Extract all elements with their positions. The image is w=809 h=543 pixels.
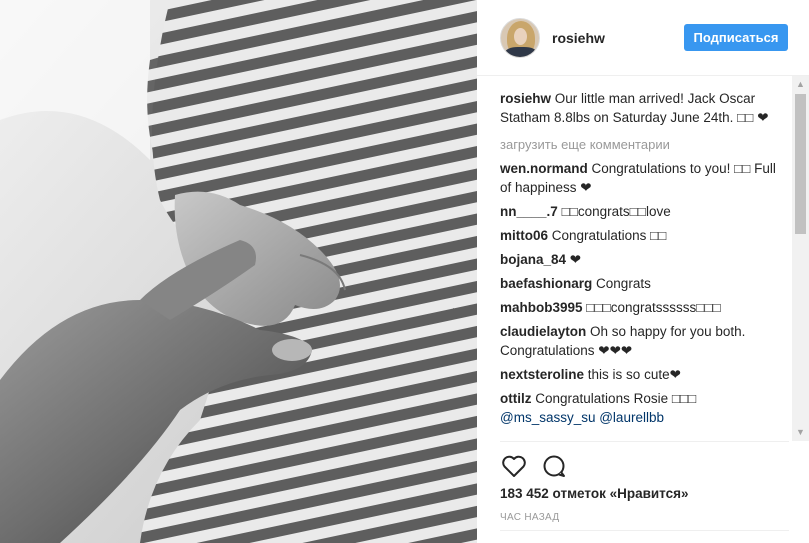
caption: rosiehw Our little man arrived! Jack Osc… [500, 89, 782, 127]
comment-text: this is so cute❤ [587, 367, 681, 382]
post-actions [500, 452, 568, 480]
comment-author[interactable]: claudielayton [500, 324, 586, 339]
comment-text: Congratulations Rosie □□□ [535, 391, 697, 406]
heart-icon [502, 455, 526, 477]
divider [500, 530, 789, 531]
post-sidebar: rosiehw Подписаться rosiehw Our little m… [477, 0, 809, 543]
comment-mentions-link[interactable]: @ms_sassy_su @laurellbb [500, 410, 664, 425]
post-header: rosiehw Подписаться [477, 0, 809, 76]
comment-text: □□□congratssssss□□□ [586, 300, 721, 315]
scroll-down-arrow-icon[interactable]: ▼ [792, 424, 809, 441]
comment-author[interactable]: bojana_84 [500, 252, 566, 267]
header-username[interactable]: rosiehw [552, 30, 605, 46]
post-dialog: rosiehw Подписаться rosiehw Our little m… [0, 0, 809, 543]
comment-item: mitto06 Congratulations □□ [500, 226, 782, 245]
comment-text: Congratulations □□ [551, 228, 667, 243]
comment-text: Congrats [596, 276, 651, 291]
likes-count[interactable]: 183 452 отметок «Нравится» [500, 486, 689, 501]
comment-author[interactable]: nn____.7 [500, 204, 558, 219]
follow-button[interactable]: Подписаться [684, 24, 788, 51]
scroll-thumb[interactable] [795, 94, 806, 234]
caption-author[interactable]: rosiehw [500, 91, 551, 106]
comment-item: baefashionarg Congrats [500, 274, 782, 293]
comment-item: wen.normand Congratulations to you! □□ F… [500, 159, 782, 197]
comment-author[interactable]: ottilz [500, 391, 532, 406]
comment-item: nn____.7 □□congrats□□love [500, 202, 782, 221]
scroll-up-arrow-icon[interactable]: ▲ [792, 76, 809, 93]
comment-text: □□congrats□□love [561, 204, 671, 219]
comment-item: bojana_84 ❤ [500, 250, 782, 269]
post-photo[interactable] [0, 0, 477, 543]
like-button[interactable] [500, 452, 528, 480]
comment-item: nextsteroline this is so cute❤ [500, 365, 782, 384]
comment-item: mahbob3995 □□□congratssssss□□□ [500, 298, 782, 317]
comment-author[interactable]: wen.normand [500, 161, 588, 176]
divider [500, 441, 789, 442]
comments-scrollbar[interactable]: ▲ ▼ [792, 76, 809, 441]
comment-text: ❤ [569, 252, 582, 267]
comment-item: ottilz Congratulations Rosie □□□ @ms_sas… [500, 389, 782, 427]
comments-list: rosiehw Our little man arrived! Jack Osc… [500, 89, 782, 437]
avatar[interactable] [500, 17, 540, 58]
comment-bubble-icon [543, 455, 565, 477]
comment-author[interactable]: nextsteroline [500, 367, 584, 382]
post-timestamp[interactable]: ЧАС НАЗАД [500, 512, 559, 523]
load-more-comments-link[interactable]: загрузить еще комментарии [500, 135, 782, 154]
comment-author[interactable]: baefashionarg [500, 276, 592, 291]
comment-button[interactable] [540, 452, 568, 480]
photo-image [0, 0, 477, 543]
comment-item: claudielayton Oh so happy for you both. … [500, 322, 782, 360]
comment-author[interactable]: mahbob3995 [500, 300, 583, 315]
comment-author[interactable]: mitto06 [500, 228, 548, 243]
